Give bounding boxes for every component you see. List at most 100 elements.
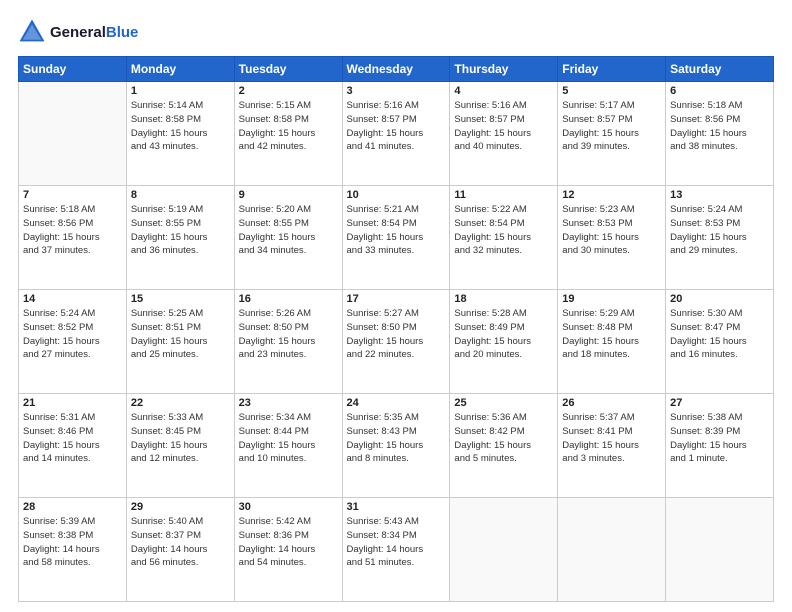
day-number: 10 [347,189,446,201]
calendar-day-cell: 20Sunrise: 5:30 AMSunset: 8:47 PMDayligh… [666,290,774,394]
calendar-day-cell: 11 Sunrise: 5:22 AMSunset: 8:54 PMDayligh… [450,186,558,290]
day-info: Sunrise: 5:26 AMSunset: 8:50 PMDaylight:… [239,307,338,362]
weekday-header-friday: Friday [558,57,666,82]
weekday-header-tuesday: Tuesday [234,57,342,82]
day-number: 13 [670,189,769,201]
day-info: Sunrise: 5:23 AMSunset: 8:53 PMDaylight:… [562,203,661,258]
calendar-day-cell: 4 Sunrise: 5:16 AMSunset: 8:57 PMDaylight… [450,82,558,186]
day-info: Sunrise: 5:38 AMSunset: 8:39 PMDaylight:… [670,411,769,466]
day-number: 27 [670,397,769,409]
day-number: 21 [23,397,122,409]
day-info: Sunrise: 5:31 AMSunset: 8:46 PMDaylight:… [23,411,122,466]
day-number: 30 [239,501,338,513]
day-info: Sunrise: 5:16 AMSunset: 8:57 PMDaylight:… [347,99,446,154]
calendar-day-cell: 14 Sunrise: 5:24 AMSunset: 8:52 PMDayligh… [19,290,127,394]
calendar-day-cell: 13 Sunrise: 5:24 AMSunset: 8:53 PMDayligh… [666,186,774,290]
day-info: Sunrise: 5:39 AMSunset: 8:38 PMDaylight:… [23,515,122,570]
day-number: 19 [562,293,661,305]
day-number: 20 [670,293,769,305]
day-info: Sunrise: 5:42 AMSunset: 8:36 PMDaylight:… [239,515,338,570]
calendar-day-cell: 10 Sunrise: 5:21 AMSunset: 8:54 PMDayligh… [342,186,450,290]
day-number: 1 [131,85,230,97]
day-number: 28 [23,501,122,513]
day-number: 22 [131,397,230,409]
day-info: Sunrise: 5:25 AMSunset: 8:51 PMDaylight:… [131,307,230,362]
day-number: 4 [454,85,553,97]
calendar-day-cell [450,498,558,602]
calendar-day-cell: 25Sunrise: 5:36 AMSunset: 8:42 PMDayligh… [450,394,558,498]
day-number: 26 [562,397,661,409]
day-info: Sunrise: 5:24 AMSunset: 8:52 PMDaylight:… [23,307,122,362]
day-info: Sunrise: 5:24 AMSunset: 8:53 PMDaylight:… [670,203,769,258]
day-number: 11 [454,189,553,201]
day-info: Sunrise: 5:17 AMSunset: 8:57 PMDaylight:… [562,99,661,154]
calendar-day-cell [19,82,127,186]
calendar-day-cell [558,498,666,602]
weekday-header-thursday: Thursday [450,57,558,82]
calendar-day-cell: 26 Sunrise: 5:37 AMSunset: 8:41 PMDayligh… [558,394,666,498]
weekday-header-saturday: Saturday [666,57,774,82]
calendar-day-cell: 8 Sunrise: 5:19 AMSunset: 8:55 PMDaylight… [126,186,234,290]
calendar-day-cell: 29 Sunrise: 5:40 AMSunset: 8:37 PMDayligh… [126,498,234,602]
day-number: 7 [23,189,122,201]
day-info: Sunrise: 5:27 AMSunset: 8:50 PMDaylight:… [347,307,446,362]
day-info: Sunrise: 5:22 AMSunset: 8:54 PMDaylight:… [454,203,553,258]
day-number: 24 [347,397,446,409]
calendar-day-cell: 3Sunrise: 5:16 AMSunset: 8:57 PMDaylight… [342,82,450,186]
day-number: 6 [670,85,769,97]
day-number: 12 [562,189,661,201]
calendar-day-cell: 28 Sunrise: 5:39 AMSunset: 8:38 PMDayligh… [19,498,127,602]
calendar-day-cell: 21 Sunrise: 5:31 AMSunset: 8:46 PMDayligh… [19,394,127,498]
calendar-day-cell: 23 Sunrise: 5:34 AMSunset: 8:44 PMDayligh… [234,394,342,498]
calendar-day-cell: 16Sunrise: 5:26 AMSunset: 8:50 PMDayligh… [234,290,342,394]
calendar-day-cell: 6 Sunrise: 5:18 AMSunset: 8:56 PMDaylight… [666,82,774,186]
logo-icon [18,18,46,46]
day-info: Sunrise: 5:35 AMSunset: 8:43 PMDaylight:… [347,411,446,466]
day-number: 15 [131,293,230,305]
day-number: 17 [347,293,446,305]
logo-text: GeneralBlue [50,24,138,41]
day-number: 18 [454,293,553,305]
day-info: Sunrise: 5:19 AMSunset: 8:55 PMDaylight:… [131,203,230,258]
day-info: Sunrise: 5:15 AMSunset: 8:58 PMDaylight:… [239,99,338,154]
day-info: Sunrise: 5:21 AMSunset: 8:54 PMDaylight:… [347,203,446,258]
calendar-day-cell: 22Sunrise: 5:33 AMSunset: 8:45 PMDayligh… [126,394,234,498]
day-number: 9 [239,189,338,201]
calendar-week-row: 21 Sunrise: 5:31 AMSunset: 8:46 PMDayligh… [19,394,774,498]
calendar-week-row: 28 Sunrise: 5:39 AMSunset: 8:38 PMDayligh… [19,498,774,602]
day-info: Sunrise: 5:20 AMSunset: 8:55 PMDaylight:… [239,203,338,258]
weekday-header-row: SundayMondayTuesdayWednesdayThursdayFrid… [19,57,774,82]
calendar-day-cell: 12 Sunrise: 5:23 AMSunset: 8:53 PMDayligh… [558,186,666,290]
calendar-day-cell: 9 Sunrise: 5:20 AMSunset: 8:55 PMDaylight… [234,186,342,290]
calendar-week-row: 7Sunrise: 5:18 AMSunset: 8:56 PMDaylight… [19,186,774,290]
logo: GeneralBlue [18,18,138,46]
day-info: Sunrise: 5:18 AMSunset: 8:56 PMDaylight:… [670,99,769,154]
calendar-day-cell: 7Sunrise: 5:18 AMSunset: 8:56 PMDaylight… [19,186,127,290]
calendar-day-cell [666,498,774,602]
calendar-day-cell: 27 Sunrise: 5:38 AMSunset: 8:39 PMDayligh… [666,394,774,498]
calendar-day-cell: 19 Sunrise: 5:29 AMSunset: 8:48 PMDayligh… [558,290,666,394]
day-number: 14 [23,293,122,305]
calendar-day-cell: 31Sunrise: 5:43 AMSunset: 8:34 PMDayligh… [342,498,450,602]
day-number: 25 [454,397,553,409]
day-info: Sunrise: 5:40 AMSunset: 8:37 PMDaylight:… [131,515,230,570]
day-info: Sunrise: 5:16 AMSunset: 8:57 PMDaylight:… [454,99,553,154]
day-number: 8 [131,189,230,201]
day-info: Sunrise: 5:29 AMSunset: 8:48 PMDaylight:… [562,307,661,362]
day-info: Sunrise: 5:34 AMSunset: 8:44 PMDaylight:… [239,411,338,466]
calendar-week-row: 14 Sunrise: 5:24 AMSunset: 8:52 PMDayligh… [19,290,774,394]
day-info: Sunrise: 5:28 AMSunset: 8:49 PMDaylight:… [454,307,553,362]
weekday-header-monday: Monday [126,57,234,82]
calendar-day-cell: 15 Sunrise: 5:25 AMSunset: 8:51 PMDayligh… [126,290,234,394]
day-info: Sunrise: 5:37 AMSunset: 8:41 PMDaylight:… [562,411,661,466]
calendar-day-cell: 30 Sunrise: 5:42 AMSunset: 8:36 PMDayligh… [234,498,342,602]
calendar-week-row: 1Sunrise: 5:14 AMSunset: 8:58 PMDaylight… [19,82,774,186]
day-number: 5 [562,85,661,97]
calendar-day-cell: 24 Sunrise: 5:35 AMSunset: 8:43 PMDayligh… [342,394,450,498]
calendar-day-cell: 1Sunrise: 5:14 AMSunset: 8:58 PMDaylight… [126,82,234,186]
day-number: 23 [239,397,338,409]
header: GeneralBlue [18,18,774,46]
calendar-day-cell: 17 Sunrise: 5:27 AMSunset: 8:50 PMDayligh… [342,290,450,394]
day-number: 29 [131,501,230,513]
day-info: Sunrise: 5:43 AMSunset: 8:34 PMDaylight:… [347,515,446,570]
